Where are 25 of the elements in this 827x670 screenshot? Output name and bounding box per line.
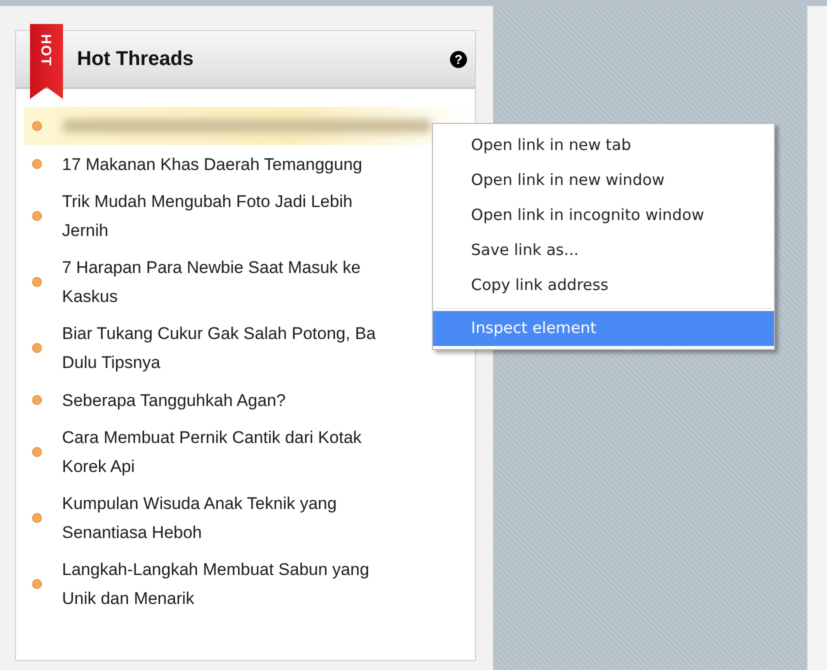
bullet-icon [32, 395, 42, 405]
thread-link[interactable]: Trik Mudah Mengubah Foto Jadi Lebih Jernih [62, 187, 352, 245]
thread-link[interactable]: 17 Makanan Khas Daerah Temanggung [62, 150, 362, 178]
ribbon-badge: HOT [30, 24, 63, 99]
thread-link[interactable]: Seberapa Tangguhkah Agan? [62, 386, 286, 414]
help-icon[interactable]: ? [450, 50, 467, 68]
thread-link[interactable]: Cara Membuat Pernik Cantik dari Kotak Korek Api [62, 423, 362, 481]
thread-link[interactable]: 7 Harapan Para Newbie Saat Masuk ke Kaskus [62, 253, 361, 311]
bullet-icon [32, 121, 42, 131]
bullet-icon [32, 277, 42, 287]
thread-link[interactable]: Biar Tukang Cukur Gak Salah Potong, Ba Dulu Tipsnya [62, 319, 376, 377]
menu-item[interactable]: Save link as... [433, 233, 774, 268]
thread-link[interactable]: Langkah-Langkah Membuat Sabun yang Unik dan Menarik [62, 555, 370, 613]
panel-title: Hot Threads [77, 48, 194, 70]
bullet-icon [32, 579, 42, 589]
menu-item[interactable]: Open link in new window [433, 163, 774, 198]
menu-item[interactable]: Copy link address [433, 268, 774, 303]
bullet-icon [32, 159, 42, 169]
bullet-icon [32, 513, 42, 523]
menu-item[interactable]: Open link in new tab [433, 128, 774, 163]
bullet-icon [32, 211, 42, 221]
bullet-icon [32, 447, 42, 457]
menu-item[interactable]: Open link in incognito window [433, 198, 774, 233]
bullet-icon [32, 343, 42, 353]
thread-link[interactable]: Kumpulan Wisuda Anak Teknik yang Senantiasa Heboh [62, 489, 337, 547]
